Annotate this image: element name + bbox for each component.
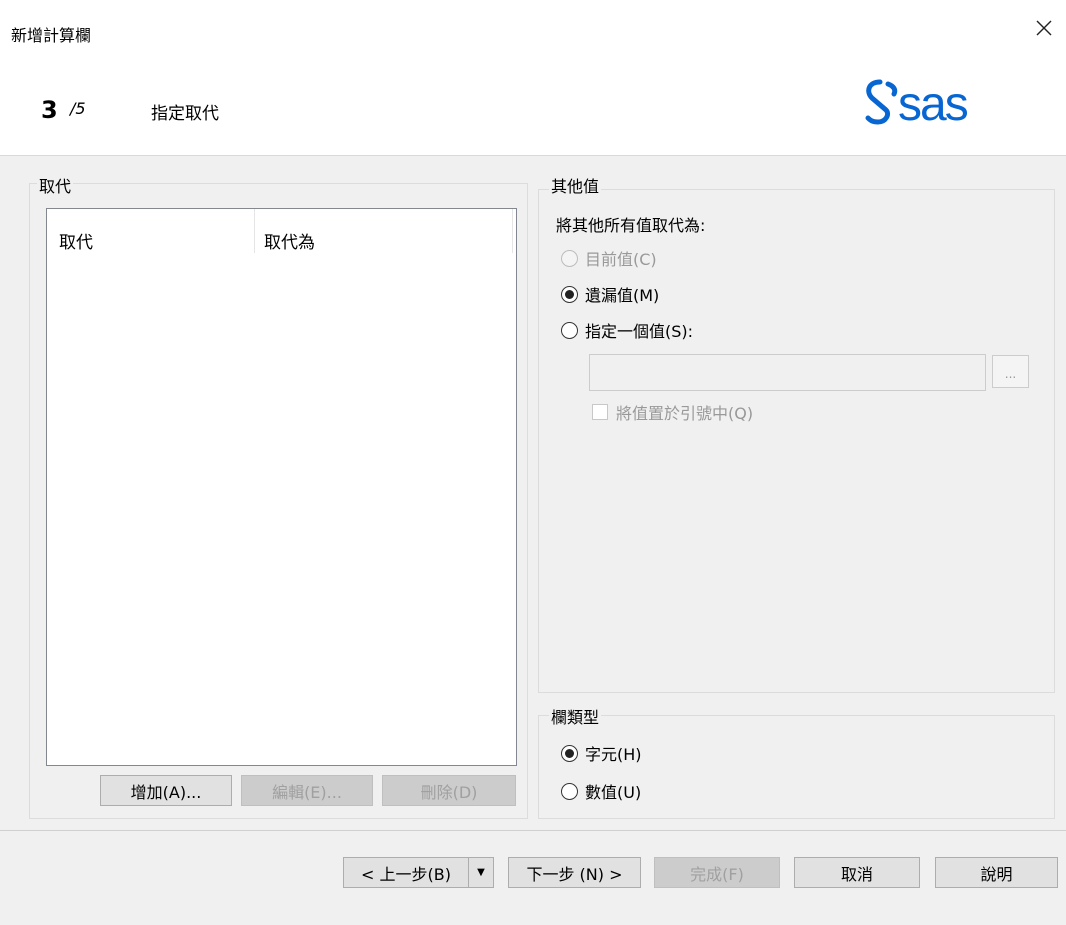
radio-button[interactable] xyxy=(561,321,578,339)
close-icon[interactable] xyxy=(1032,16,1056,40)
current-value-option[interactable]: 目前值(C) xyxy=(561,246,657,270)
edit-button[interactable]: 編輯(E)... xyxy=(241,775,373,806)
step-current: 3 xyxy=(41,96,58,124)
sas-logo: sas xyxy=(865,78,970,130)
character-type-label: 字元(H) xyxy=(585,745,642,764)
column-divider[interactable] xyxy=(512,209,513,253)
new-computed-column-dialog: 新增計算欄 3 /5 指定取代 sas 取代 取代 取代為 增加(A)... 編… xyxy=(0,0,1066,925)
specify-value-option[interactable]: 指定一個值(S): xyxy=(561,318,693,342)
back-button[interactable]: < 上一步(B) xyxy=(343,857,469,888)
back-dropdown-button[interactable]: ▼ xyxy=(468,857,494,888)
delete-button[interactable]: 刪除(D) xyxy=(382,775,516,806)
cancel-button[interactable]: 取消 xyxy=(794,857,920,888)
window-title: 新增計算欄 xyxy=(11,26,92,45)
help-button[interactable]: 說明 xyxy=(935,857,1058,888)
replace-group-label: 取代 xyxy=(37,173,74,197)
radio-button[interactable] xyxy=(561,744,578,762)
step-name: 指定取代 xyxy=(151,104,219,124)
quote-checkbox[interactable] xyxy=(592,404,608,420)
missing-value-label: 遺漏值(M) xyxy=(585,286,660,305)
footer-divider xyxy=(0,830,1066,831)
other-values-group-label: 其他值 xyxy=(549,173,602,197)
replace-others-prompt: 將其他所有值取代為: xyxy=(556,216,706,235)
column-header-replace-with[interactable]: 取代為 xyxy=(264,228,315,253)
radio-button[interactable] xyxy=(561,249,578,267)
column-header-replace[interactable]: 取代 xyxy=(59,228,93,253)
add-button[interactable]: 增加(A)... xyxy=(100,775,232,806)
numeric-type-option[interactable]: 數值(U) xyxy=(561,779,641,803)
column-divider[interactable] xyxy=(254,209,255,253)
header-band: 新增計算欄 3 /5 指定取代 sas xyxy=(0,0,1066,156)
radio-button[interactable] xyxy=(561,782,578,800)
radio-button[interactable] xyxy=(561,285,578,303)
specified-value-input[interactable] xyxy=(589,354,986,391)
specify-value-label: 指定一個值(S): xyxy=(585,322,694,341)
quote-checkbox-label: 將值置於引號中(Q) xyxy=(616,404,754,423)
column-type-group-label: 欄類型 xyxy=(549,704,602,728)
column-type-group xyxy=(538,715,1055,819)
missing-value-option[interactable]: 遺漏值(M) xyxy=(561,282,659,306)
step-total: /5 xyxy=(70,99,86,118)
quote-values-option[interactable]: 將值置於引號中(Q) xyxy=(592,400,753,424)
dropdown-arrow-icon: ▼ xyxy=(477,867,485,878)
finish-button[interactable]: 完成(F) xyxy=(654,857,780,888)
next-button[interactable]: 下一步 (N) > xyxy=(508,857,641,888)
browse-button[interactable]: ... xyxy=(992,355,1029,388)
current-value-label: 目前值(C) xyxy=(585,250,657,269)
character-type-option[interactable]: 字元(H) xyxy=(561,741,642,765)
numeric-type-label: 數值(U) xyxy=(585,783,642,802)
replacement-list[interactable]: 取代 取代為 xyxy=(46,208,517,766)
logo-text: sas xyxy=(898,78,968,130)
